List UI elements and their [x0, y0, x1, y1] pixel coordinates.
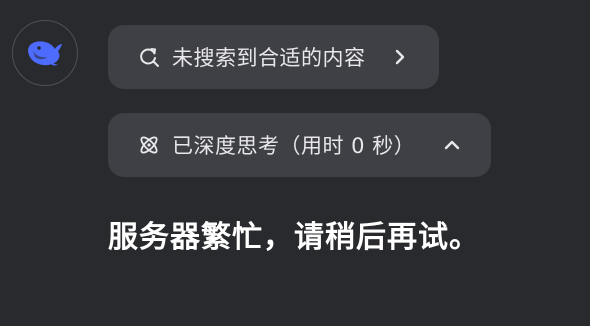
search-refresh-icon: [136, 44, 162, 70]
search-status-label: 未搜索到合适的内容: [172, 46, 366, 70]
chevron-up-icon: [441, 134, 463, 156]
chevron-right-icon: [389, 46, 411, 68]
deepseek-whale-logo-icon: [25, 37, 65, 69]
assistant-avatar: [12, 20, 78, 86]
atom-icon: [136, 132, 162, 158]
thinking-status-toggle[interactable]: 已深度思考（用时 0 秒）: [108, 113, 491, 177]
thinking-status-label: 已深度思考（用时 0 秒）: [172, 134, 416, 158]
search-status-toggle[interactable]: 未搜索到合适的内容: [108, 25, 439, 89]
assistant-message-text: 服务器繁忙，请稍后再试。: [108, 220, 480, 255]
